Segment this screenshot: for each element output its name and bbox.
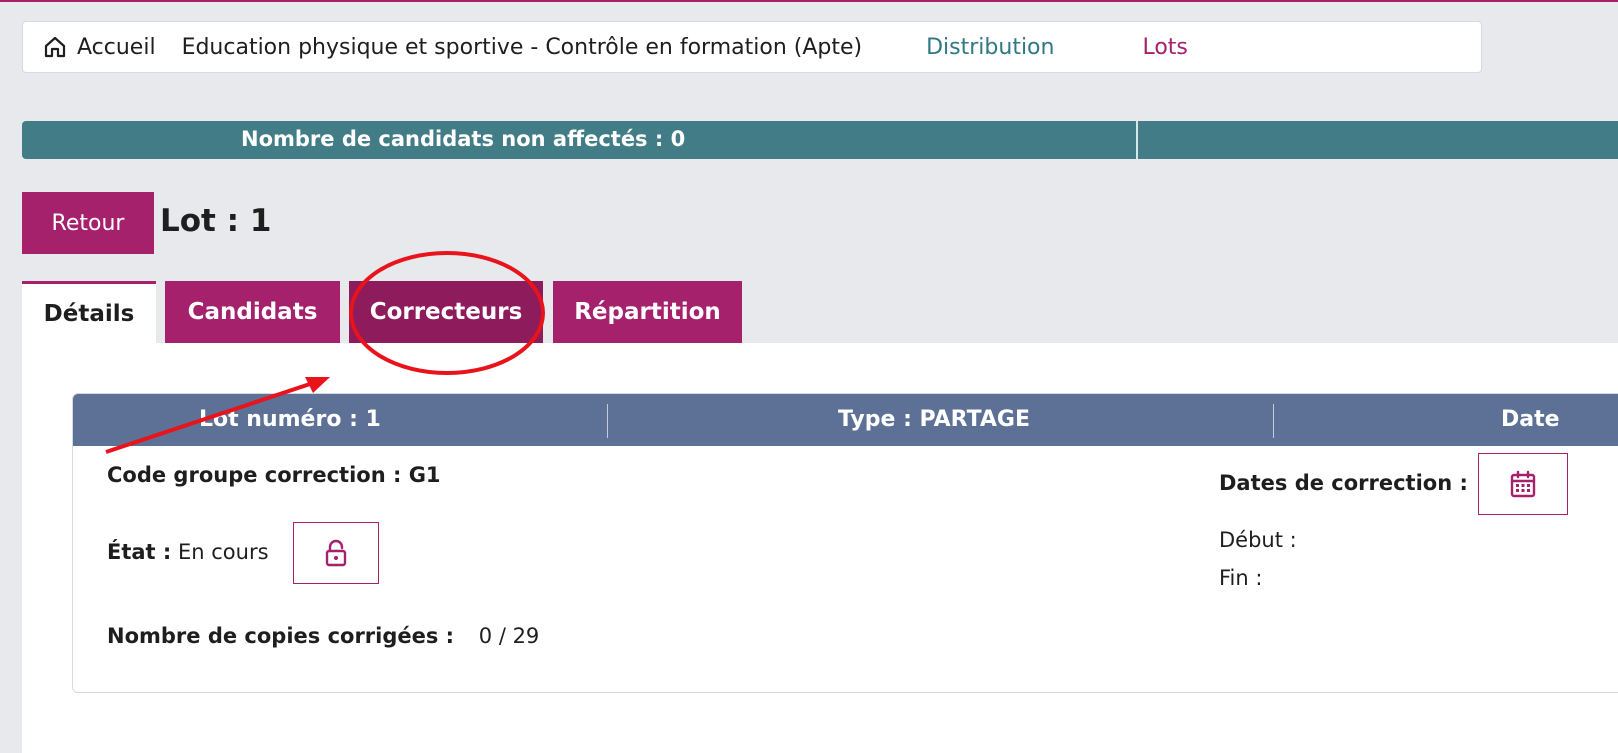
end-date-label: Fin :: [1219, 566, 1263, 590]
tab-candidats-label: Candidats: [187, 299, 318, 325]
breadcrumb-home[interactable]: Accueil: [23, 22, 156, 72]
tab-details[interactable]: Détails: [22, 281, 156, 343]
calendar-icon: [1510, 470, 1536, 498]
header-divider: [1273, 404, 1274, 438]
lot-card-header: Lot numéro : 1 Type : PARTAGE Date: [73, 394, 1618, 446]
lot-card: Lot numéro : 1 Type : PARTAGE Date Code …: [72, 393, 1618, 693]
details-panel: Lot numéro : 1 Type : PARTAGE Date Code …: [22, 343, 1618, 753]
tab-correcteurs[interactable]: Correcteurs: [349, 281, 543, 343]
bar-divider: [1136, 121, 1138, 159]
header-divider: [607, 404, 608, 438]
corrected-copies-label: Nombre de copies corrigées :: [107, 624, 455, 648]
state-value: En cours: [178, 540, 269, 564]
breadcrumb-lots-label: Lots: [1142, 34, 1188, 60]
correction-group-code: Code groupe correction : G1: [107, 463, 441, 487]
lot-type-header: Type : PARTAGE: [838, 407, 1031, 432]
tab-repartition[interactable]: Répartition: [553, 281, 742, 343]
state-row: État : En cours: [107, 540, 269, 564]
state-label: État :: [107, 540, 172, 564]
tab-candidats[interactable]: Candidats: [165, 281, 340, 343]
breadcrumb-home-label: Accueil: [77, 34, 156, 60]
corrected-copies-value: 0 / 29: [478, 624, 540, 648]
tab-repartition-label: Répartition: [574, 299, 721, 325]
correction-dates-label: Dates de correction :: [1219, 471, 1468, 495]
unassigned-candidates-text: Nombre de candidats non affectés : 0: [241, 127, 686, 151]
calendar-button[interactable]: [1478, 453, 1568, 515]
lock-toggle-button[interactable]: [293, 522, 379, 584]
tab-correcteurs-label: Correcteurs: [369, 299, 523, 325]
breadcrumb-distribution[interactable]: Distribution: [886, 22, 1054, 72]
top-accent-line: [0, 0, 1618, 2]
page-title: Lot : 1: [160, 203, 272, 239]
tab-details-label: Détails: [43, 300, 135, 327]
breadcrumb-course[interactable]: Education physique et sportive - Contrôl…: [172, 22, 863, 72]
home-icon: [44, 36, 66, 58]
unassigned-candidates-bar: Nombre de candidats non affectés : 0: [22, 121, 1618, 159]
breadcrumb-distribution-label: Distribution: [926, 34, 1055, 60]
back-button[interactable]: Retour: [22, 192, 154, 254]
breadcrumb-course-label: Education physique et sportive - Contrôl…: [181, 34, 863, 60]
start-date-label: Début :: [1219, 528, 1297, 552]
breadcrumb-lots: Lots: [1106, 22, 1187, 72]
lock-open-icon: [325, 539, 347, 567]
breadcrumb: Accueil Education physique et sportive -…: [22, 21, 1482, 73]
corrected-copies-row: Nombre de copies corrigées : 0 / 29: [107, 624, 539, 648]
lot-date-header: Date: [1501, 407, 1560, 432]
lot-number-header: Lot numéro : 1: [199, 407, 381, 432]
